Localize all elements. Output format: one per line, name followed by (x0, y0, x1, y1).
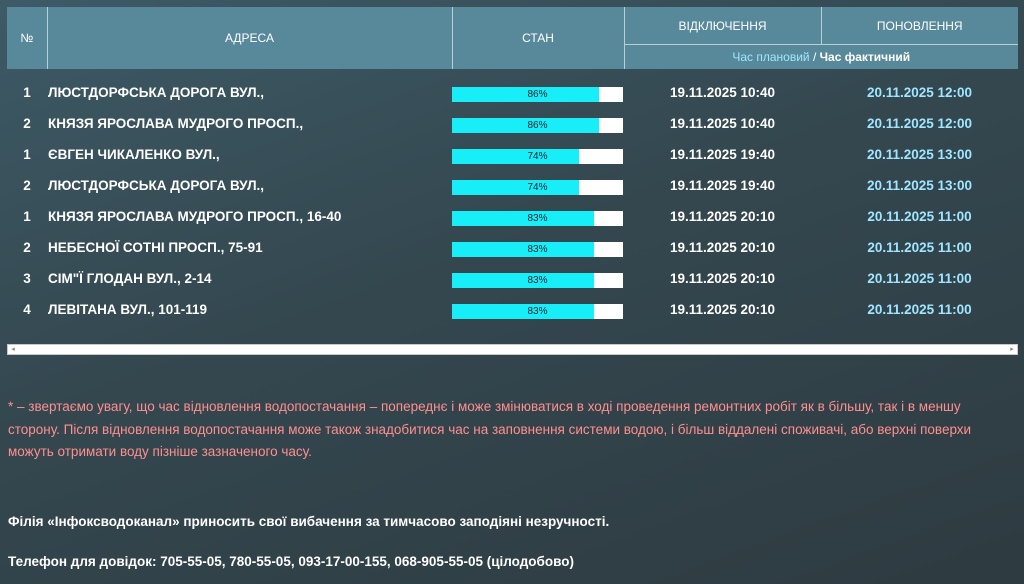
progress-bar: 86% (452, 118, 623, 133)
row-restore-time: 20.11.2025 11:00 (867, 209, 972, 224)
header-address: АДРЕСА (47, 7, 453, 69)
row-shutdown-time: 19.11.2025 19:40 (669, 178, 776, 193)
row-restore-time: 20.11.2025 13:00 (866, 178, 973, 193)
header-num: № (7, 7, 48, 69)
row-number: 1 (23, 147, 31, 162)
row-number: 3 (23, 271, 31, 286)
row-restore-time: 20.11.2025 13:00 (866, 147, 973, 162)
row-number: 1 (23, 209, 31, 224)
row-restore-time: 20.11.2025 11:00 (867, 302, 972, 317)
notice-line: * – звертаємо увагу, що час відновлення … (8, 399, 961, 414)
table-row: 4 ЛЕВІТАНА ВУЛ., 101-119 83% 19.11.2025 20:… (7, 294, 1018, 325)
progress-bar: 83% (452, 242, 623, 257)
table-row: 1 ЛЮСТДОРФСЬКА ДОРОГА ВУЛ., 86% 19.11.2025 … (7, 69, 1018, 108)
header-status: СТАН (452, 7, 625, 69)
row-address: КНЯЗЯ ЯРОСЛАВА МУДРОГО ПРОСП., (48, 116, 304, 131)
notice-line: сторону. Після відновлення водопостачанн… (8, 421, 972, 437)
row-shutdown-time: 19.11.2025 10:40 (669, 85, 776, 100)
progress-bar: 74% (452, 180, 623, 195)
table-row: 3 СІМ"Ї ГЛОДАН ВУЛ., 2-14 83% 19.11.2025 20… (7, 263, 1018, 294)
horizontal-scrollbar[interactable]: ◂ ▸ (7, 344, 1018, 355)
table-row: 2 НЕБЕСНОЇ СОТНІ ПРОСП., 75-91 83% 19.11.20… (7, 232, 1018, 263)
row-address: ЛЮСТДОРФСЬКА ДОРОГА ВУЛ., (48, 178, 265, 193)
progress-bar: 83% (452, 211, 623, 226)
row-number: 2 (23, 240, 31, 255)
row-address: ЄВГЕН ЧИКАЛЕНКО ВУЛ., (48, 147, 220, 162)
restoration-notice: * – звертаємо увагу, що час відновлення … (8, 396, 1016, 464)
row-restore-time: 20.11.2025 11:00 (867, 271, 972, 286)
progress-label: 86% (527, 89, 548, 100)
progress-label: 74% (527, 151, 548, 162)
row-number: 2 (23, 178, 31, 193)
time-actual-label: Час фактичний (819, 50, 911, 64)
table-row: 1 ЄВГЕН ЧИКАЛЕНКО ВУЛ., 74% 19.11.2025 19:4… (7, 139, 1018, 170)
row-shutdown-time: 19.11.2025 20:10 (669, 302, 776, 317)
table-row: 2 ЛЮСТДОРФСЬКА ДОРОГА ВУЛ., 74% 19.11.2025 … (7, 170, 1018, 201)
progress-label: 83% (527, 306, 548, 317)
row-status: 86% (452, 108, 624, 139)
row-status: 74% (452, 170, 624, 201)
progress-bar: 74% (452, 149, 623, 164)
row-address: КНЯЗЯ ЯРОСЛАВА МУДРОГО ПРОСП., 16-40 (48, 209, 342, 224)
progress-bar: 86% (452, 87, 623, 102)
row-restore-time: 20.11.2025 12:00 (866, 116, 973, 131)
row-address: ЛЕВІТАНА ВУЛ., 101-119 (48, 302, 208, 317)
table-row: 1 КНЯЗЯ ЯРОСЛАВА МУДРОГО ПРОСП., 16-40 83%… (7, 201, 1018, 232)
row-shutdown-time: 19.11.2025 20:10 (669, 271, 776, 286)
progress-label: 83% (527, 275, 548, 286)
progress-label: 83% (527, 213, 548, 224)
row-status: 83% (452, 263, 624, 294)
apology-text: Філія «Інфоксводоканал» приносить свої в… (8, 514, 610, 529)
row-number: 1 (23, 85, 31, 100)
row-number: 2 (23, 116, 31, 131)
row-restore-time: 20.11.2025 11:00 (867, 240, 972, 255)
time-planned-label: Час плановий (732, 50, 810, 64)
phone-numbers: Телефон для довідок: 705-55-05, 780-55-0… (8, 554, 574, 569)
progress-bar: 83% (452, 304, 623, 319)
row-status: 83% (452, 294, 624, 325)
row-status: 74% (452, 139, 624, 170)
row-shutdown-time: 19.11.2025 20:10 (669, 209, 776, 224)
outage-table-container: № АДРЕСА СТАН ВІДКЛЮЧЕННЯ ПОНОВЛЕННЯ Час… (7, 7, 1018, 325)
notice-line: можуть отримати воду пізніше зазначеного… (8, 444, 312, 459)
table-body: 1 ЛЮСТДОРФСЬКА ДОРОГА ВУЛ., 86% 19.11.2025 … (7, 69, 1018, 325)
row-shutdown-time: 19.11.2025 20:10 (669, 240, 776, 255)
row-status: 83% (452, 201, 624, 232)
header-restore: ПОНОВЛЕННЯ (821, 7, 1018, 45)
table-header: № АДРЕСА СТАН ВІДКЛЮЧЕННЯ ПОНОВЛЕННЯ Час… (7, 7, 1018, 69)
row-address: НЕБЕСНОЇ СОТНІ ПРОСП., 75-91 (48, 240, 263, 255)
row-status: 86% (452, 69, 624, 108)
row-number: 4 (23, 302, 31, 317)
row-address: СІМ"Ї ГЛОДАН ВУЛ., 2-14 (48, 271, 212, 286)
row-status: 83% (452, 232, 624, 263)
row-shutdown-time: 19.11.2025 19:40 (669, 147, 776, 162)
row-address: ЛЮСТДОРФСЬКА ДОРОГА ВУЛ., (48, 85, 265, 100)
time-separator: / (809, 50, 820, 64)
progress-label: 74% (527, 182, 548, 193)
table-row: 2 КНЯЗЯ ЯРОСЛАВА МУДРОГО ПРОСП., 86% 19.11.… (7, 108, 1018, 139)
progress-bar: 83% (452, 273, 623, 288)
progress-label: 83% (527, 244, 548, 255)
header-shutdown: ВІДКЛЮЧЕННЯ (624, 7, 822, 45)
header-time-legend: Час плановий / Час фактичний (624, 44, 1018, 69)
row-restore-time: 20.11.2025 12:00 (866, 85, 973, 100)
row-shutdown-time: 19.11.2025 10:40 (669, 116, 776, 131)
arrow-left-icon[interactable]: ◂ (8, 345, 18, 354)
outage-table: № АДРЕСА СТАН ВІДКЛЮЧЕННЯ ПОНОВЛЕННЯ Час… (7, 7, 1018, 325)
arrow-right-icon[interactable]: ▸ (1007, 345, 1017, 354)
progress-label: 86% (527, 120, 548, 131)
